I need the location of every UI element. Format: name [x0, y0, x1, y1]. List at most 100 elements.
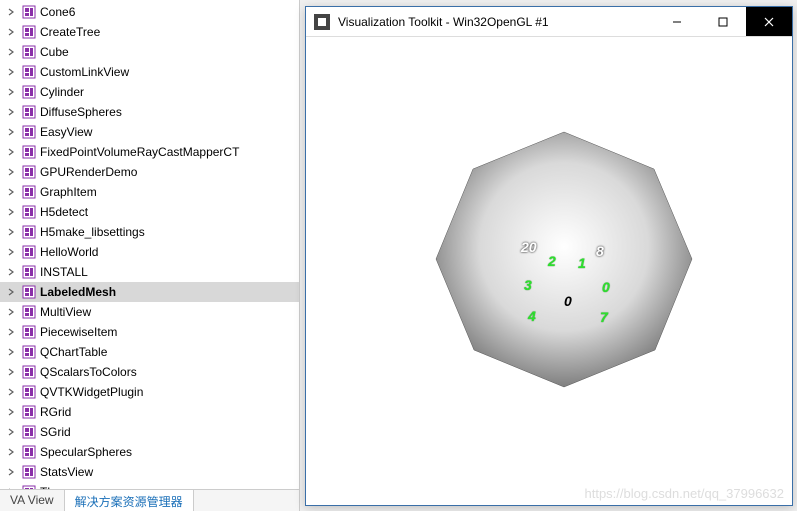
project-icon [22, 305, 36, 319]
project-icon [22, 5, 36, 19]
expand-chevron-icon[interactable] [6, 267, 16, 277]
app-icon [314, 14, 330, 30]
project-icon [22, 165, 36, 179]
expand-chevron-icon[interactable] [6, 187, 16, 197]
expand-chevron-icon[interactable] [6, 67, 16, 77]
panel-tabs: VA View解决方案资源管理器 [0, 489, 299, 511]
tree-item[interactable]: GPURenderDemo [0, 162, 299, 182]
tree-item[interactable]: PiecewiseItem [0, 322, 299, 342]
render-viewport[interactable]: https://blog.csdn.net/qq_37996632 208213… [306, 37, 792, 505]
project-icon [22, 285, 36, 299]
expand-chevron-icon[interactable] [6, 367, 16, 377]
tree-item[interactable]: CustomLinkView [0, 62, 299, 82]
scene-label: 8 [596, 243, 604, 259]
tree-item-label: PiecewiseItem [40, 325, 117, 339]
expand-chevron-icon[interactable] [6, 27, 16, 37]
expand-chevron-icon[interactable] [6, 127, 16, 137]
tree-item[interactable]: RGrid [0, 402, 299, 422]
tree-item[interactable]: MultiView [0, 302, 299, 322]
minimize-icon [672, 17, 682, 27]
tree-item[interactable]: GraphItem [0, 182, 299, 202]
tree-item-label: MultiView [40, 305, 91, 319]
expand-chevron-icon[interactable] [6, 327, 16, 337]
window-title: Visualization Toolkit - Win32OpenGL #1 [338, 15, 654, 29]
watermark: https://blog.csdn.net/qq_37996632 [585, 486, 785, 501]
project-icon [22, 425, 36, 439]
tree-item-label: CreateTree [40, 25, 100, 39]
project-icon [22, 265, 36, 279]
tree-item[interactable]: SpecularSpheres [0, 442, 299, 462]
tree-item[interactable]: Cylinder [0, 82, 299, 102]
expand-chevron-icon[interactable] [6, 147, 16, 157]
tree-item[interactable]: QScalarsToColors [0, 362, 299, 382]
expand-chevron-icon[interactable] [6, 207, 16, 217]
panel-tab[interactable]: 解决方案资源管理器 [65, 490, 194, 511]
maximize-icon [718, 17, 728, 27]
project-tree[interactable]: Cone6 CreateTree Cube CustomLinkView Cylinde… [0, 0, 299, 489]
tree-item[interactable]: QVTKWidgetPlugin [0, 382, 299, 402]
project-icon [22, 385, 36, 399]
minimize-button[interactable] [654, 7, 700, 36]
expand-chevron-icon[interactable] [6, 407, 16, 417]
close-icon [764, 17, 774, 27]
tree-item[interactable]: H5detect [0, 202, 299, 222]
scene-label: 1 [578, 255, 586, 271]
scene-label: 0 [564, 293, 572, 309]
tree-item[interactable]: StatsView [0, 462, 299, 482]
expand-chevron-icon[interactable] [6, 87, 16, 97]
expand-chevron-icon[interactable] [6, 447, 16, 457]
scene-label: 4 [528, 308, 536, 324]
tree-item-label: Cone6 [40, 5, 75, 19]
expand-chevron-icon[interactable] [6, 107, 16, 117]
tree-item-label: Cylinder [40, 85, 84, 99]
tree-item-label: QVTKWidgetPlugin [40, 385, 143, 399]
expand-chevron-icon[interactable] [6, 247, 16, 257]
tree-item[interactable]: H5make_libsettings [0, 222, 299, 242]
expand-chevron-icon[interactable] [6, 387, 16, 397]
tree-item[interactable]: INSTALL [0, 262, 299, 282]
tree-item[interactable]: DiffuseSpheres [0, 102, 299, 122]
maximize-button[interactable] [700, 7, 746, 36]
project-icon [22, 45, 36, 59]
tree-item[interactable]: Cone6 [0, 2, 299, 22]
close-button[interactable] [746, 7, 792, 36]
solution-explorer-panel: Cone6 CreateTree Cube CustomLinkView Cylinde… [0, 0, 300, 511]
tree-item[interactable]: CreateTree [0, 22, 299, 42]
tree-item[interactable]: Theme [0, 482, 299, 489]
tree-item-label: QScalarsToColors [40, 365, 137, 379]
panel-tab[interactable]: VA View [0, 490, 65, 511]
expand-chevron-icon[interactable] [6, 47, 16, 57]
expand-chevron-icon[interactable] [6, 287, 16, 297]
tree-item-label: CustomLinkView [40, 65, 129, 79]
tree-item[interactable]: FixedPointVolumeRayCastMapperCT [0, 142, 299, 162]
expand-chevron-icon[interactable] [6, 347, 16, 357]
tree-item[interactable]: LabeledMesh [0, 282, 299, 302]
expand-chevron-icon[interactable] [6, 167, 16, 177]
scene-label: 0 [602, 279, 610, 295]
expand-chevron-icon[interactable] [6, 467, 16, 477]
tree-item[interactable]: HelloWorld [0, 242, 299, 262]
tree-item-label: Cube [40, 45, 69, 59]
tree-item-label: GraphItem [40, 185, 97, 199]
project-icon [22, 405, 36, 419]
project-icon [22, 65, 36, 79]
tree-item[interactable]: EasyView [0, 122, 299, 142]
expand-chevron-icon[interactable] [6, 227, 16, 237]
project-icon [22, 445, 36, 459]
tree-item-label: DiffuseSpheres [40, 105, 122, 119]
project-icon [22, 365, 36, 379]
window-controls [654, 7, 792, 36]
tree-item-label: FixedPointVolumeRayCastMapperCT [40, 145, 239, 159]
expand-chevron-icon[interactable] [6, 7, 16, 17]
tree-item-label: LabeledMesh [40, 285, 116, 299]
tree-item[interactable]: SGrid [0, 422, 299, 442]
tree-item[interactable]: QChartTable [0, 342, 299, 362]
project-icon [22, 145, 36, 159]
expand-chevron-icon[interactable] [6, 427, 16, 437]
titlebar[interactable]: Visualization Toolkit - Win32OpenGL #1 [306, 7, 792, 37]
project-icon [22, 225, 36, 239]
tree-item-label: QChartTable [40, 345, 107, 359]
project-icon [22, 245, 36, 259]
expand-chevron-icon[interactable] [6, 307, 16, 317]
tree-item[interactable]: Cube [0, 42, 299, 62]
